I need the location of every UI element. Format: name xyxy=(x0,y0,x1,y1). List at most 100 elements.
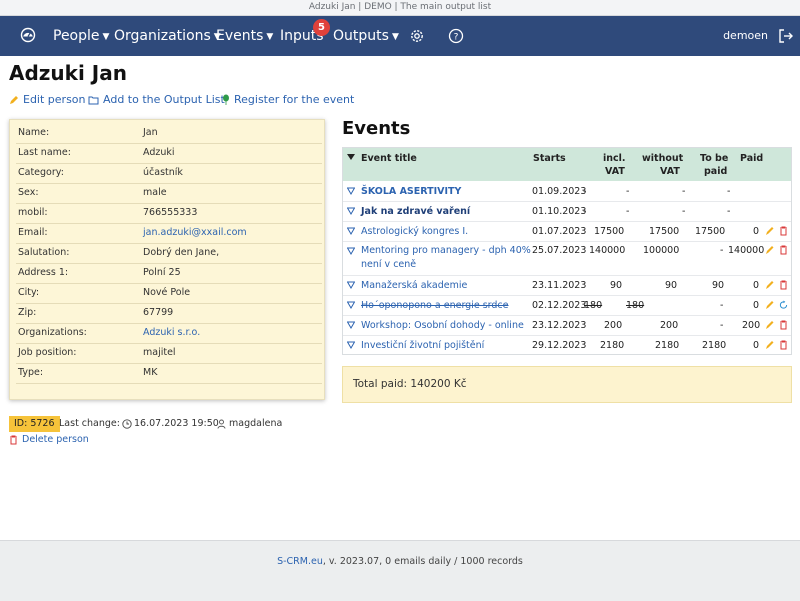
nav-organizations[interactable]: Organizations ▼ xyxy=(114,16,221,56)
field-value: 766555333 xyxy=(143,207,198,218)
col-event-title[interactable]: Event title xyxy=(361,152,417,165)
event-row: Workshop: Osobní dohody - online 23.12.2… xyxy=(343,315,791,336)
person-field-last-name: Last name: Adzuki xyxy=(16,143,322,164)
events-table-header: Event title Starts incl. VAT without VAT… xyxy=(343,148,791,181)
field-value: Adzuki xyxy=(143,147,175,158)
last-change-datetime: 16.07.2023 19:50 xyxy=(134,418,219,429)
triangle-down-icon[interactable] xyxy=(347,321,355,329)
event-to-be-paid: 2180 xyxy=(702,340,727,351)
event-row: Astrologický kongres I. 01.07.2023 17500… xyxy=(343,221,791,242)
trash-icon[interactable] xyxy=(779,226,788,236)
triangle-down-icon[interactable] xyxy=(347,341,355,349)
event-title-link[interactable]: Jak na zdravé vaření xyxy=(361,205,470,218)
window-title: Adzuki Jan | DEMO | The main output list xyxy=(0,0,800,16)
edit-person-link[interactable]: Edit person xyxy=(9,93,86,106)
sort-desc-icon[interactable] xyxy=(347,154,355,161)
pencil-icon[interactable] xyxy=(765,226,774,236)
events-table: Event title Starts incl. VAT without VAT… xyxy=(342,147,792,355)
field-label: mobil: xyxy=(18,207,48,218)
event-incl-vat: 180 xyxy=(584,300,603,311)
restore-icon[interactable] xyxy=(779,300,788,310)
pencil-icon[interactable] xyxy=(765,300,774,310)
event-starts: 02.12.2023 xyxy=(532,300,587,311)
chevron-down-icon: ▼ xyxy=(266,32,274,42)
event-starts: 25.07.2023 xyxy=(532,245,587,256)
nav-organizations-label: Organizations xyxy=(114,28,211,44)
person-field-city: City: Nové Pole xyxy=(16,283,322,304)
event-title-link[interactable]: Ho´oponopono a energie srdce xyxy=(361,299,509,312)
nav-outputs[interactable]: Outputs ▼ xyxy=(333,16,399,56)
add-to-output-list-label: Add to the Output List xyxy=(103,93,225,106)
event-row: Manažerská akademie 23.11.2023 90 90 90 … xyxy=(343,275,791,296)
event-without-vat: 180 xyxy=(626,300,645,311)
field-value: účastník xyxy=(143,167,183,178)
field-label: Name: xyxy=(18,127,50,138)
event-incl-vat: - xyxy=(583,206,587,217)
organization-link[interactable]: Adzuki s.r.o. xyxy=(143,323,200,343)
event-title-link[interactable]: Manažerská akademie xyxy=(361,279,467,292)
col-starts[interactable]: Starts xyxy=(533,152,566,165)
footer-link[interactable]: S-CRM.eu xyxy=(277,556,323,567)
help-icon[interactable]: ? xyxy=(447,27,465,45)
event-without-vat: 17500 xyxy=(649,226,680,237)
trash-icon[interactable] xyxy=(779,280,788,290)
triangle-down-icon[interactable] xyxy=(347,301,355,309)
person-details-card: Name: Jan Last name: Adzuki Category: účast… xyxy=(9,119,325,400)
register-for-event-link[interactable]: Register for the event xyxy=(222,93,354,106)
event-starts: 23.12.2023 xyxy=(532,320,587,331)
event-paid: 140000 xyxy=(728,245,765,256)
triangle-down-icon[interactable] xyxy=(347,187,355,195)
svg-text:?: ? xyxy=(454,33,459,43)
edit-person-label: Edit person xyxy=(23,93,86,106)
pencil-icon[interactable] xyxy=(765,245,774,255)
last-change-label: Last change: xyxy=(59,418,120,429)
event-incl-vat: 140000 xyxy=(589,245,626,256)
trash-icon[interactable] xyxy=(779,320,788,330)
person-field-job-position: Job position: majitel xyxy=(16,343,322,364)
event-title-link-line2[interactable]: není v ceně xyxy=(361,258,416,271)
user-icon xyxy=(217,419,226,429)
person-field-email: Email: jan.adzuki@xxail.com xyxy=(16,223,322,244)
field-label: Category: xyxy=(18,167,64,178)
person-field-name: Name: Jan xyxy=(16,123,322,144)
gear-icon[interactable] xyxy=(408,27,426,45)
trash-icon[interactable] xyxy=(779,340,788,350)
event-row: Mentoring pro managery - dph 40% není v … xyxy=(343,241,791,276)
triangle-down-icon[interactable] xyxy=(347,281,355,289)
col-without-vat-1: without xyxy=(642,153,684,164)
event-starts: 01.09.2023 xyxy=(532,186,587,197)
triangle-down-icon[interactable] xyxy=(347,247,355,255)
pencil-icon[interactable] xyxy=(765,340,774,350)
nav-people[interactable]: People ▼ xyxy=(53,16,109,56)
event-without-vat: - xyxy=(626,206,630,217)
event-to-be-paid: 17500 xyxy=(695,226,726,237)
field-value: Dobrý den Jane, xyxy=(143,247,220,258)
event-title-link[interactable]: Workshop: Osobní dohody - online xyxy=(361,319,524,332)
event-title-link[interactable]: ŠKOLA ASERTIVITY xyxy=(361,185,461,198)
event-to-be-paid: - xyxy=(682,206,686,217)
event-to-be-paid: - xyxy=(682,186,686,197)
event-starts: 23.11.2023 xyxy=(532,280,587,291)
trash-icon[interactable] xyxy=(779,245,788,255)
event-to-be-paid: 90 xyxy=(712,280,725,291)
pencil-icon[interactable] xyxy=(765,280,774,290)
pencil-icon[interactable] xyxy=(765,320,774,330)
delete-person-link[interactable]: Delete person xyxy=(9,434,89,445)
event-incl-vat: 200 xyxy=(604,320,623,331)
add-to-output-list-link[interactable]: Add to the Output List xyxy=(88,93,225,106)
triangle-down-icon[interactable] xyxy=(347,227,355,235)
email-link[interactable]: jan.adzuki@xxail.com xyxy=(143,223,247,243)
chevron-down-icon: ▼ xyxy=(391,32,399,42)
event-title-link[interactable]: Mentoring pro managery - dph 40% xyxy=(361,244,531,257)
triangle-down-icon[interactable] xyxy=(347,207,355,215)
event-without-vat: - xyxy=(626,186,630,197)
gauge-logo-icon[interactable] xyxy=(20,27,36,43)
event-row: Investiční životní pojištění 29.12.2023 … xyxy=(343,335,791,354)
event-title-link[interactable]: Investiční životní pojištění xyxy=(361,339,484,352)
nav-events[interactable]: Events ▼ xyxy=(216,16,273,56)
event-title-link[interactable]: Astrologický kongres I. xyxy=(361,225,468,238)
event-paid: - xyxy=(727,186,731,197)
balloon-icon xyxy=(223,94,229,105)
current-user[interactable]: demoen xyxy=(723,16,768,56)
logout-icon[interactable] xyxy=(778,28,794,44)
